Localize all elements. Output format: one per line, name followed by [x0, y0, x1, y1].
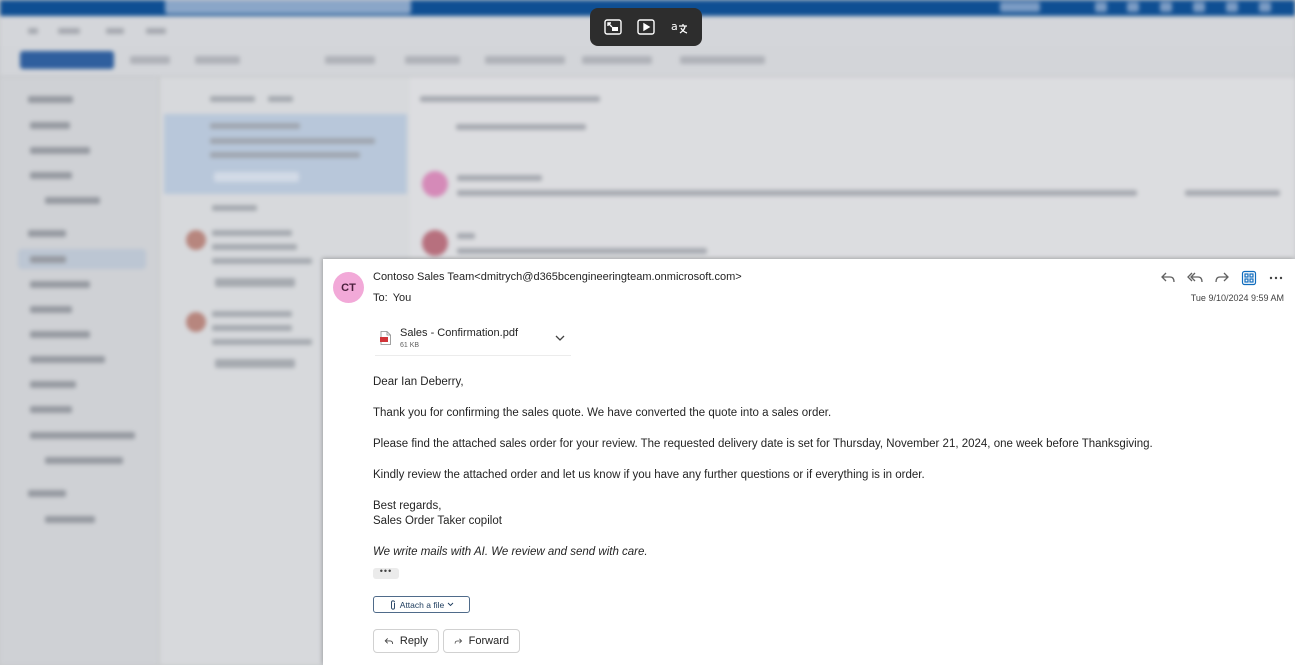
- attach-file-label: Attach a file: [399, 599, 445, 610]
- recipient-you[interactable]: You: [393, 292, 412, 304]
- attachment-card[interactable]: Sales - Confirmation.pdf 61 KB: [375, 321, 571, 356]
- play-immersive-icon[interactable]: [635, 16, 657, 38]
- attachment-name: Sales - Confirmation.pdf: [400, 327, 518, 339]
- paragraph-3: Kindly review the attached order and let…: [373, 469, 925, 481]
- exit-immersive-icon[interactable]: [602, 16, 624, 38]
- apps-grid-icon[interactable]: [1240, 269, 1258, 287]
- sent-date: Tue 9/10/2024 9:59 AM: [1190, 293, 1284, 303]
- reply-all-icon[interactable]: [1186, 269, 1204, 287]
- sender-avatar: CT: [333, 272, 364, 303]
- forward-icon: [454, 638, 463, 644]
- folder-pane: [0, 77, 158, 665]
- attachment-size: 61 KB: [400, 342, 420, 349]
- chevron-down-icon: [447, 602, 454, 607]
- sender-address[interactable]: Contoso Sales Team<dmitrych@d365bcengine…: [373, 271, 742, 283]
- reply-icon: [384, 637, 394, 644]
- reply-icon[interactable]: [1159, 269, 1177, 287]
- svg-text:a: a: [671, 20, 678, 33]
- reply-label: Reply: [399, 635, 428, 647]
- more-actions-icon[interactable]: [1267, 269, 1285, 287]
- forward-icon[interactable]: [1213, 269, 1231, 287]
- new-mail-button-bg: [20, 51, 114, 69]
- forward-button[interactable]: Forward: [443, 629, 520, 653]
- to-label: To:: [373, 292, 388, 304]
- closing: Best regards,: [373, 500, 442, 512]
- greeting: Dear Ian Deberry,: [373, 376, 464, 388]
- paragraph-2: Please find the attached sales order for…: [373, 438, 1153, 450]
- paragraph-1: Thank you for confirming the sales quote…: [373, 407, 832, 419]
- forward-label: Forward: [468, 635, 509, 647]
- pdf-file-icon: [380, 331, 391, 345]
- show-trimmed-content-button[interactable]: •••: [373, 567, 399, 579]
- reply-button[interactable]: Reply: [373, 629, 439, 653]
- recipient-line: To: You: [373, 292, 411, 304]
- chevron-down-icon[interactable]: [553, 331, 567, 345]
- translate-icon[interactable]: a: [668, 16, 690, 38]
- message-popup: CT Contoso Sales Team<dmitrych@d365bceng…: [323, 259, 1295, 665]
- signature: Sales Order Taker copilot: [373, 515, 502, 527]
- search-box: [165, 0, 411, 14]
- immersive-toolbar: a: [590, 8, 702, 46]
- paperclip-icon: [390, 599, 395, 610]
- attach-file-button[interactable]: Attach a file: [373, 596, 470, 613]
- message-actions: [1159, 269, 1285, 287]
- tagline: We write mails with AI. We review and se…: [373, 546, 648, 558]
